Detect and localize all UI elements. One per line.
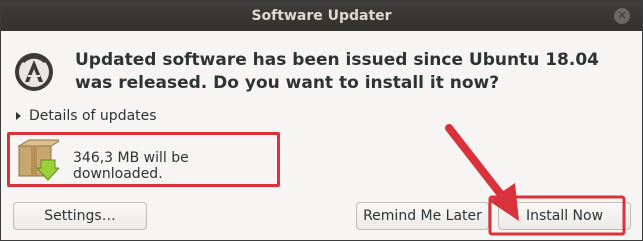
- title-bar: Software Updater ✕: [1, 1, 642, 31]
- close-icon[interactable]: ✕: [614, 8, 630, 24]
- download-info-highlight: 346,3 MB will be downloaded.: [7, 132, 280, 187]
- software-updater-window: Software Updater ✕ Updated software has …: [0, 0, 643, 241]
- headline-text: Updated software has been issued since U…: [75, 50, 600, 93]
- window-title: Software Updater: [251, 8, 392, 24]
- package-download-icon: [17, 139, 59, 181]
- details-label: Details of updates: [29, 108, 157, 124]
- dialog-content: Updated software has been issued since U…: [1, 31, 642, 240]
- remind-me-later-button[interactable]: Remind Me Later: [356, 202, 489, 230]
- software-updater-icon: [15, 53, 53, 91]
- settings-button[interactable]: Settings…: [13, 202, 147, 230]
- install-now-button[interactable]: Install Now: [498, 202, 631, 230]
- expander-triangle-icon: [16, 112, 21, 120]
- download-size-text: 346,3 MB will be downloaded.: [73, 150, 189, 182]
- details-expander[interactable]: Details of updates: [16, 108, 157, 124]
